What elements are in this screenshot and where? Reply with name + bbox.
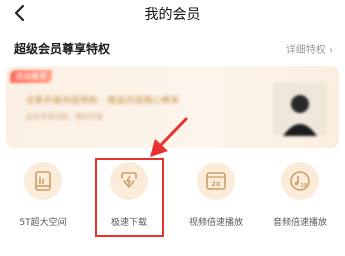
annotation-arrow — [150, 117, 188, 157]
feature-label: 音频倍速播放 — [272, 218, 327, 228]
section-title: 超级会员尊享特权 — [14, 42, 111, 56]
feature-audio-speed[interactable]: 2X 音频倍速播放 — [264, 162, 336, 228]
highlight-box — [95, 158, 164, 237]
feature-video-speed[interactable]: 2X 视频倍速播放 — [180, 162, 252, 228]
svg-text:2X: 2X — [300, 183, 307, 189]
page-title: 我的会员 — [144, 7, 201, 23]
svg-text:2X: 2X — [211, 180, 221, 188]
audio-speed-icon: 2X — [281, 162, 319, 200]
header-bar: 我的会员 — [0, 0, 345, 28]
banner-thumbnail — [273, 82, 327, 136]
feature-label: 5T超大空间 — [19, 218, 67, 228]
banner-subtitle: 会员专享内容，限时开放 — [26, 113, 103, 121]
feature-storage[interactable]: 5T超大空间 — [7, 162, 79, 228]
section-header: 超级会员尊享特权 详细特权 › — [0, 40, 345, 60]
banner-tag: 活动推荐 — [10, 70, 52, 83]
video-speed-icon: 2X — [197, 162, 235, 200]
banner-headline: 全新升级内容特权 · 精品内容随心畅享 — [26, 96, 180, 106]
feature-label: 视频倍速播放 — [188, 218, 243, 228]
storage-icon — [24, 162, 62, 200]
detail-privileges-link[interactable]: 详细特权 › — [286, 41, 333, 56]
